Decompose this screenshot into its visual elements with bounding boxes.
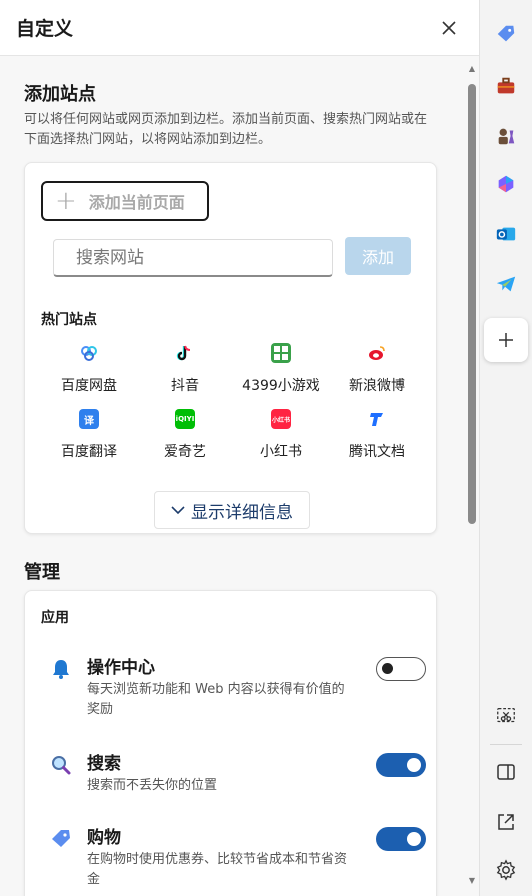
games-icon — [498, 128, 515, 145]
sidebar-outlook-button[interactable] — [490, 218, 522, 250]
close-icon — [442, 20, 456, 35]
add-current-page-button[interactable]: + 添加当前页面 — [41, 181, 209, 221]
site-4399[interactable]: 4399小游戏 — [233, 343, 329, 395]
sidebar-tools-button[interactable] — [490, 70, 522, 102]
add-site-title: 添加站点 — [24, 84, 96, 105]
site-label: 4399小游戏 — [242, 378, 320, 394]
screenshot-icon — [497, 708, 515, 723]
app-description: 搜索而不丢失你的位置 — [87, 778, 218, 793]
bell-icon — [49, 657, 73, 681]
tencent-docs-icon — [367, 409, 387, 429]
sidebar-add-button[interactable] — [484, 318, 528, 362]
apps-title: 应用 — [41, 610, 69, 626]
sidebar-games-button[interactable] — [490, 120, 522, 152]
show-details-button[interactable]: 显示详细信息 — [154, 491, 310, 529]
panel-header: 自定义 — [0, 0, 479, 56]
sidebar-telegram-button[interactable] — [490, 268, 522, 300]
sidebar-split-panel-button[interactable] — [490, 756, 522, 788]
chevron-down-icon — [171, 506, 185, 515]
search-toggle[interactable] — [376, 753, 426, 777]
shopping-tag-icon — [497, 25, 515, 42]
site-baidu-netdisk[interactable]: 百度网盘 — [41, 343, 137, 395]
add-icon — [499, 333, 513, 347]
sidebar-divider — [490, 744, 522, 745]
copilot-icon — [498, 175, 514, 193]
sidebar-open-external-button[interactable] — [490, 806, 522, 838]
scroll-down-arrow[interactable]: ▼ — [468, 876, 476, 885]
sidebar-screenshot-button[interactable] — [490, 700, 522, 732]
add-site-button[interactable]: 添加 — [345, 237, 411, 275]
app-name: 操作中心 — [87, 658, 155, 678]
site-baidu-translate[interactable]: 译 百度翻译 — [41, 409, 137, 461]
add-site-description: 可以将任何网站或网页添加到边栏。添加当前页面、搜索热门网站或在下面选择热门网站，… — [24, 112, 428, 147]
app-description: 在购物时使用优惠券、比较节省成本和节省资金 — [87, 852, 348, 887]
shopping-toggle[interactable] — [376, 827, 426, 851]
site-label: 新浪微博 — [349, 378, 405, 394]
close-button[interactable] — [435, 14, 463, 42]
weibo-icon — [367, 343, 387, 363]
site-label: 百度网盘 — [61, 378, 117, 394]
4399-icon — [271, 343, 291, 363]
baidu-translate-icon: 译 — [79, 409, 99, 429]
app-row-shopping: 购物 在购物时使用优惠券、比较节省成本和节省资金 — [49, 823, 426, 890]
site-label: 抖音 — [171, 378, 199, 394]
site-iqiyi[interactable]: iQIYI 爱奇艺 — [137, 409, 233, 461]
plus-icon: + — [55, 186, 77, 216]
site-label: 腾讯文档 — [349, 444, 405, 460]
outlook-icon — [496, 227, 516, 241]
edge-sidebar — [480, 0, 532, 896]
panel-title: 自定义 — [16, 18, 74, 40]
action-center-toggle[interactable] — [376, 657, 426, 681]
site-label: 爱奇艺 — [164, 444, 206, 460]
scroll-up-arrow[interactable]: ▲ — [468, 64, 476, 73]
sidebar-settings-button[interactable] — [490, 854, 522, 886]
telegram-icon — [496, 276, 516, 292]
apps-card: 应用 操作中心 每天浏览新功能和 Web 内容以获得有价值的奖励 搜索 搜索而不… — [24, 590, 437, 896]
site-tencent-docs[interactable]: 腾讯文档 — [329, 409, 425, 461]
site-douyin[interactable]: 抖音 — [137, 343, 233, 395]
app-row-search: 搜索 搜索而不丢失你的位置 — [49, 749, 426, 796]
manage-title: 管理 — [24, 562, 60, 583]
xiaohongshu-icon: 小红书 — [271, 409, 291, 429]
douyin-icon — [175, 343, 195, 363]
app-name: 购物 — [87, 828, 121, 848]
baidu-netdisk-icon — [79, 343, 99, 363]
site-weibo[interactable]: 新浪微博 — [329, 343, 425, 395]
iqiyi-icon: iQIYI — [175, 409, 195, 429]
popular-sites-grid: 百度网盘 抖音 4399小游戏 新浪微博 译 百度翻译 iQIYI 爱奇艺 小红… — [25, 343, 438, 461]
split-panel-icon — [497, 764, 515, 780]
site-label: 小红书 — [260, 444, 302, 460]
app-row-action-center: 操作中心 每天浏览新功能和 Web 内容以获得有价值的奖励 — [49, 653, 426, 720]
search-icon — [49, 753, 73, 777]
add-site-card: + 添加当前页面 添加 热门站点 百度网盘 抖音 — [24, 162, 437, 534]
sidebar-shopping-button[interactable] — [490, 18, 522, 50]
customize-panel: 自定义 添加站点 可以将任何网站或网页添加到边栏。添加当前页面、搜索热门网站或在… — [0, 0, 480, 896]
site-xiaohongshu[interactable]: 小红书 小红书 — [233, 409, 329, 461]
app-description: 每天浏览新功能和 Web 内容以获得有价值的奖励 — [87, 682, 345, 717]
site-label: 百度翻译 — [61, 444, 117, 460]
scroll-thumb[interactable] — [468, 84, 476, 524]
popular-sites-title: 热门站点 — [41, 312, 97, 328]
add-current-page-label: 添加当前页面 — [88, 193, 185, 212]
sidebar-copilot-button[interactable] — [490, 168, 522, 200]
shopping-tag-icon — [49, 827, 73, 851]
settings-icon — [496, 859, 516, 881]
open-external-icon — [498, 814, 514, 830]
app-name: 搜索 — [87, 754, 121, 774]
toolbox-icon — [497, 77, 515, 94]
show-details-label: 显示详细信息 — [191, 502, 293, 523]
site-search-input[interactable] — [53, 239, 333, 277]
panel-content: 添加站点 可以将任何网站或网页添加到边栏。添加当前页面、搜索热门网站或在下面选择… — [0, 56, 480, 896]
panel-scrollbar[interactable]: ▲ ▼ — [466, 56, 478, 896]
